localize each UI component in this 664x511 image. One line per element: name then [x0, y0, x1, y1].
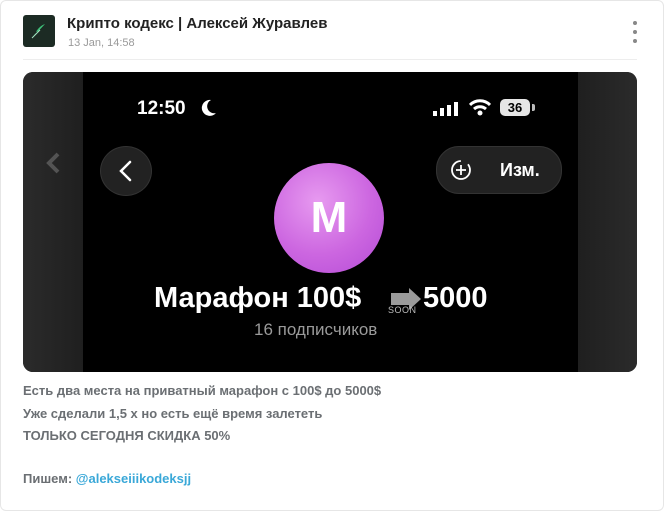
header-divider [23, 59, 637, 60]
blurred-side-right [578, 72, 637, 372]
wifi-icon [469, 99, 491, 116]
marathon-target: 5000 [423, 282, 488, 314]
feather-logo-icon [31, 24, 45, 39]
post-text-line-4: Пишем: @alekseiiikodeksjj [23, 471, 191, 486]
post-text-line-2: Уже сделали 1,5 х но есть ещё время зале… [23, 406, 323, 421]
battery-tip [532, 104, 535, 111]
post-text-line-1: Есть два места на приватный марафон с 10… [23, 383, 382, 398]
edit-button: Изм. [436, 146, 562, 194]
blurred-side-left [23, 72, 83, 372]
contact-prefix: Пишем: [23, 471, 76, 486]
more-options-icon[interactable] [625, 21, 645, 43]
add-circle-icon [451, 160, 471, 180]
post-text-line-3: ТОЛЬКО СЕГОДНЯ СКИДКА 50% [23, 428, 231, 443]
mention-link[interactable]: @alekseiiikodeksjj [76, 471, 191, 486]
post-date: 13 Jan, 14:58 [68, 37, 135, 49]
edit-label: Изм. [500, 160, 540, 180]
phone-screenshot: 12:50 36 Изм. M Марафон 100$ SOON 5000 1… [83, 72, 578, 372]
channel-title[interactable]: Крипто кодекс | Алексей Журавлев [67, 15, 327, 32]
channel-avatar[interactable] [23, 15, 55, 47]
chevron-left-icon [119, 160, 132, 182]
status-time: 12:50 [137, 98, 186, 119]
profile-letter: M [310, 193, 348, 242]
post-card: Крипто кодекс | Алексей Журавлев 13 Jan,… [0, 0, 664, 511]
profile-avatar: M [274, 163, 384, 273]
back-button [100, 146, 152, 196]
moon-icon [201, 99, 216, 116]
blurred-chevron-icon [46, 152, 60, 174]
soon-label: SOON [388, 305, 417, 315]
subscriber-count: 16 подписчиков [254, 320, 378, 339]
post-image[interactable]: 12:50 36 Изм. M Марафон 100$ SOON 5000 1… [23, 72, 637, 372]
battery-icon: 36 [500, 99, 530, 116]
signal-icon [433, 102, 458, 116]
marathon-headline: Марафон 100$ [154, 282, 362, 314]
